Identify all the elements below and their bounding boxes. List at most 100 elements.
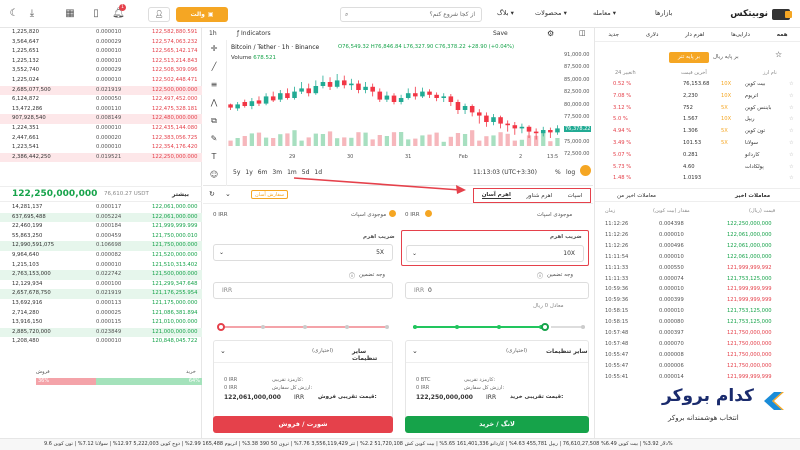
buy-order-row[interactable]: 2,657,678,750 0.021919 121,176,255.954 [0,289,202,299]
timeframe-option[interactable]: 1m [287,169,297,176]
emoji-icon[interactable]: ☺ [209,170,219,180]
favorite-star-icon[interactable]: ☆ [789,104,794,113]
favorite-star-icon[interactable]: ☆ [789,174,794,183]
market-row[interactable]: 1.48 % 1.0193 ☆ [595,174,800,183]
buy-order-row[interactable]: 12,129,934 0.000100 121,299,347.648 [0,280,202,290]
chevron-icon[interactable]: ⌄ [225,190,231,198]
buy-order-row[interactable]: 2,763,153,000 0.022742 121,500,000.000 [0,270,202,280]
long-buy-button[interactable]: لانگ / خرید [405,416,589,433]
market-row[interactable]: 7.08 % 2,230 10X اتریوم ☆ [595,92,800,101]
timeframe-option[interactable]: 3m [272,169,282,176]
market-tab-all[interactable]: همه [777,32,788,38]
long-amount-slider[interactable] [413,323,549,331]
buy-order-row[interactable]: 2,885,720,000 0.023849 121,000,000.000 [0,327,202,338]
notification-bell-icon[interactable]: 🔔︎ 1 [112,4,126,20]
dark-mode-icon[interactable]: ☾ [8,8,20,20]
menu-trade[interactable]: معامله ▾ [593,9,616,17]
buy-order-row[interactable]: 1,208,480 0.000010 120,848,045.722 [0,337,202,347]
save-button[interactable]: Save [493,30,508,37]
buy-order-row[interactable]: 13,692,916 0.000113 121,175,000.000 [0,299,202,309]
sell-order-row[interactable]: 1,225,132 0.000010 122,513,214.843 [0,57,202,67]
buy-order-row[interactable]: 1,215,103 0.000010 121,510,313.402 [0,261,202,271]
market-tab-usd[interactable]: دلاری [646,32,659,38]
projection-icon[interactable]: ⧉ [209,116,219,126]
sell-order-row[interactable]: 3,552,740 0.000029 122,508,309.096 [0,66,202,76]
market-row[interactable]: 5.0 % 1.567 10X ریپل ☆ [595,115,800,124]
sell-order-row[interactable]: 1,223,541 0.000010 122,354,176.420 [0,143,202,153]
search-input[interactable]: ⌕ از کجا شروع کنم؟ [340,7,482,22]
tab-recent-trades[interactable]: معاملات اخیر [735,193,770,199]
favorite-star-icon[interactable]: ☆ [789,80,794,89]
market-row[interactable]: 0.52 % 76,153.68 10X بیت کوین ☆ [595,80,800,89]
tab-spot[interactable]: اسپات [568,193,583,199]
timeframe-option[interactable]: 5y [233,169,240,176]
market-row[interactable]: 4.94 % 1.306 5X تون کوین ☆ [595,127,800,136]
sell-order-row[interactable]: 13,472,286 0.000110 122,475,328.181 [0,105,202,115]
sell-order-row[interactable]: 1,225,024 0.000010 122,502,448.471 [0,76,202,86]
favorites-star-icon[interactable]: ☆ [775,50,782,59]
sell-order-row[interactable]: 2,447,661 0.000020 122,383,056.725 [0,134,202,144]
market-row[interactable]: 5.07 % 0.281 کاردانو ☆ [595,151,800,160]
brush-icon[interactable]: ✎ [209,134,219,144]
timeframe-selector[interactable]: 1h [209,30,217,37]
short-sell-button[interactable]: شورت / فروش [213,416,393,433]
long-settings-toggle[interactable]: ⌄ (اختیاری) سایر تنظیمات [406,341,588,363]
buy-order-row[interactable]: 13,916,150 0.000115 121,010,000.000 [0,318,202,328]
wallet-button[interactable]: والت ▣ [176,7,228,22]
favorite-star-icon[interactable]: ☆ [789,127,794,136]
nobitex-logo[interactable]: نوبیتکس [714,5,792,23]
short-add-icon[interactable] [389,210,396,217]
easy-order-badge[interactable]: سفارش آسان [251,190,289,199]
long-leverage-select[interactable]: ⌄ 10X [406,245,584,262]
sell-order-row[interactable]: 1,225,820 0.000010 122,582,880.591 [0,28,202,38]
market-row[interactable]: 3.12 % 752 5X بایننس کوین ☆ [595,104,800,113]
profile-button[interactable]: 👤︎ [148,7,170,22]
market-row[interactable]: 5.73 % 4.60 پولکادات ☆ [595,163,800,172]
sell-order-row[interactable]: 1,224,351 0.000010 122,435,144.080 [0,124,202,134]
sell-order-row[interactable]: 6,124,872 0.000050 122,497,452.000 [0,95,202,105]
tab-easy-leverage[interactable]: اهرم آسان [481,192,511,199]
short-collateral-input[interactable]: IRR [213,282,393,299]
buy-order-row[interactable]: 9,964,640 0.000082 121,520,000.000 [0,251,202,261]
log-toggle[interactable]: log [566,169,575,176]
trendline-icon[interactable]: ╱ [209,62,219,72]
camera-icon[interactable]: ◫ [579,29,586,37]
buy-order-row[interactable]: 22,460,199 0.000184 121,999,999.999 [0,222,202,232]
more-link[interactable]: بیشتر [172,191,189,198]
buy-order-row[interactable]: 2,714,280 0.000025 121,086,381.894 [0,309,202,319]
buy-order-row[interactable]: 14,281,137 0.000117 122,061,000.000 [0,203,202,213]
quote-irt-button[interactable]: بر پایه ریال [713,52,739,63]
favorite-star-icon[interactable]: ☆ [789,115,794,124]
crosshair-icon[interactable]: ✛ [209,44,219,54]
hlines-icon[interactable]: ≡ [209,80,219,90]
buy-order-row[interactable]: 12,990,591,075 0.106698 121,750,000.000 [0,241,202,251]
download-icon[interactable]: ⤓ [26,8,38,20]
market-tab-assets[interactable]: دارایی‌ها [731,32,750,38]
long-slider-knob[interactable] [541,323,549,331]
tab-floating-leverage[interactable]: اهرم شناور [526,193,552,199]
settings-icon[interactable]: ⚙ [547,29,554,38]
quote-usdt-button[interactable]: بر پایه تتر [669,52,709,63]
favorite-star-icon[interactable]: ☆ [789,139,794,148]
menu-blog[interactable]: بلاگ ▾ [497,9,514,17]
long-collateral-input[interactable]: IRR 0 [405,282,589,299]
text-icon[interactable]: T [209,152,219,162]
sell-order-row[interactable]: 907,928,540 0.008149 122,480,000.000 [0,114,202,124]
sell-order-row[interactable]: 2,685,077,500 0.021919 122,500,000.000 [0,85,202,96]
sell-order-row[interactable]: 2,386,442,250 0.019521 122,250,000.000 [0,152,202,163]
market-tab-new[interactable]: جدید [608,32,619,38]
indicators-button[interactable]: ƒ Indicators [237,30,271,37]
refresh-icon[interactable]: ↻ [209,190,215,198]
favorite-star-icon[interactable]: ☆ [789,163,794,172]
sell-order-row[interactable]: 3,564,647 0.000029 122,574,063.232 [0,38,202,48]
market-row[interactable]: 3.49 % 101.53 5X سولانا ☆ [595,139,800,148]
favorite-star-icon[interactable]: ☆ [789,92,794,101]
candlestick-chart[interactable] [227,40,561,154]
grid-menu-icon[interactable]: ▦ [64,8,76,20]
menu-products[interactable]: محصولات ▾ [535,9,567,17]
mobile-app-icon[interactable]: ▯ [90,8,102,20]
short-slider-knob[interactable] [217,323,225,331]
market-tab-leveraged[interactable]: اهرم دار [685,32,704,38]
timeframe-option[interactable]: 1d [314,169,322,176]
tab-my-trades[interactable]: معاملات اخیر من [617,193,656,199]
